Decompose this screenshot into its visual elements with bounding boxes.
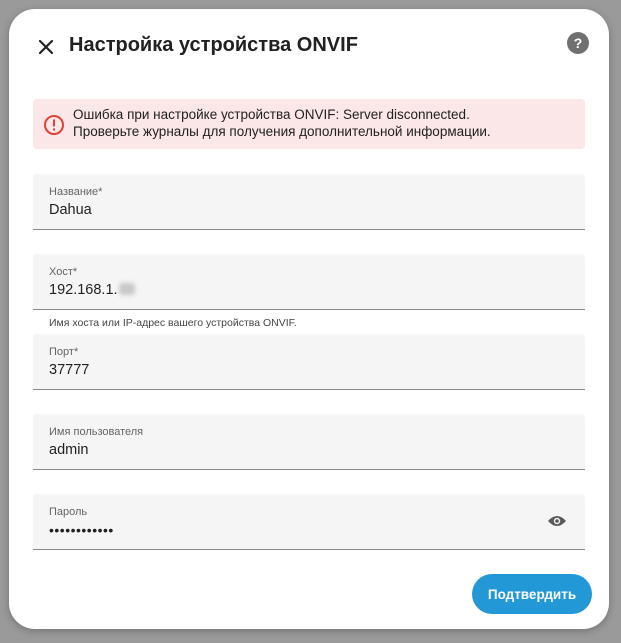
error-alert: Ошибка при настройке устройства ONVIF: S… — [33, 99, 585, 149]
password-field-value: •••••••••••• — [49, 522, 114, 538]
username-field[interactable]: Имя пользователя admin — [33, 414, 585, 470]
name-field-label: Название* — [49, 186, 103, 198]
port-field[interactable]: Порт* 37777 — [33, 334, 585, 390]
close-icon — [38, 39, 54, 55]
name-field[interactable]: Название* Dahua — [33, 174, 585, 230]
error-message: Ошибка при настройке устройства ONVIF: S… — [73, 106, 575, 140]
submit-button[interactable]: Подтвердить — [472, 574, 592, 614]
error-line-2: Проверьте журналы для получения дополнит… — [73, 124, 491, 139]
host-helper-text: Имя хоста или IP-адрес вашего устройства… — [49, 317, 297, 329]
host-field-label: Хост* — [49, 266, 78, 278]
help-icon[interactable]: ? — [567, 32, 589, 54]
port-field-value: 37777 — [49, 362, 90, 378]
host-field-value-wrap: 192.168.1. — [49, 282, 135, 298]
password-field[interactable]: Пароль •••••••••••• — [33, 494, 585, 550]
config-dialog: Настройка устройства ONVIF ? Ошибка при … — [9, 9, 609, 629]
error-line-1: Ошибка при настройке устройства ONVIF: S… — [73, 107, 470, 122]
host-field[interactable]: Хост* 192.168.1. — [33, 254, 585, 310]
username-field-value: admin — [49, 442, 89, 458]
eye-icon[interactable] — [547, 514, 567, 528]
name-field-value: Dahua — [49, 202, 92, 218]
close-button[interactable] — [32, 33, 60, 61]
host-field-value: 192.168.1. — [49, 282, 118, 298]
password-field-label: Пароль — [49, 506, 88, 518]
port-field-label: Порт* — [49, 346, 79, 358]
error-icon — [44, 115, 64, 135]
help-label: ? — [573, 35, 583, 51]
redacted-octet — [118, 283, 135, 295]
username-field-label: Имя пользователя — [49, 426, 144, 438]
dialog-title: Настройка устройства ONVIF — [69, 34, 358, 56]
